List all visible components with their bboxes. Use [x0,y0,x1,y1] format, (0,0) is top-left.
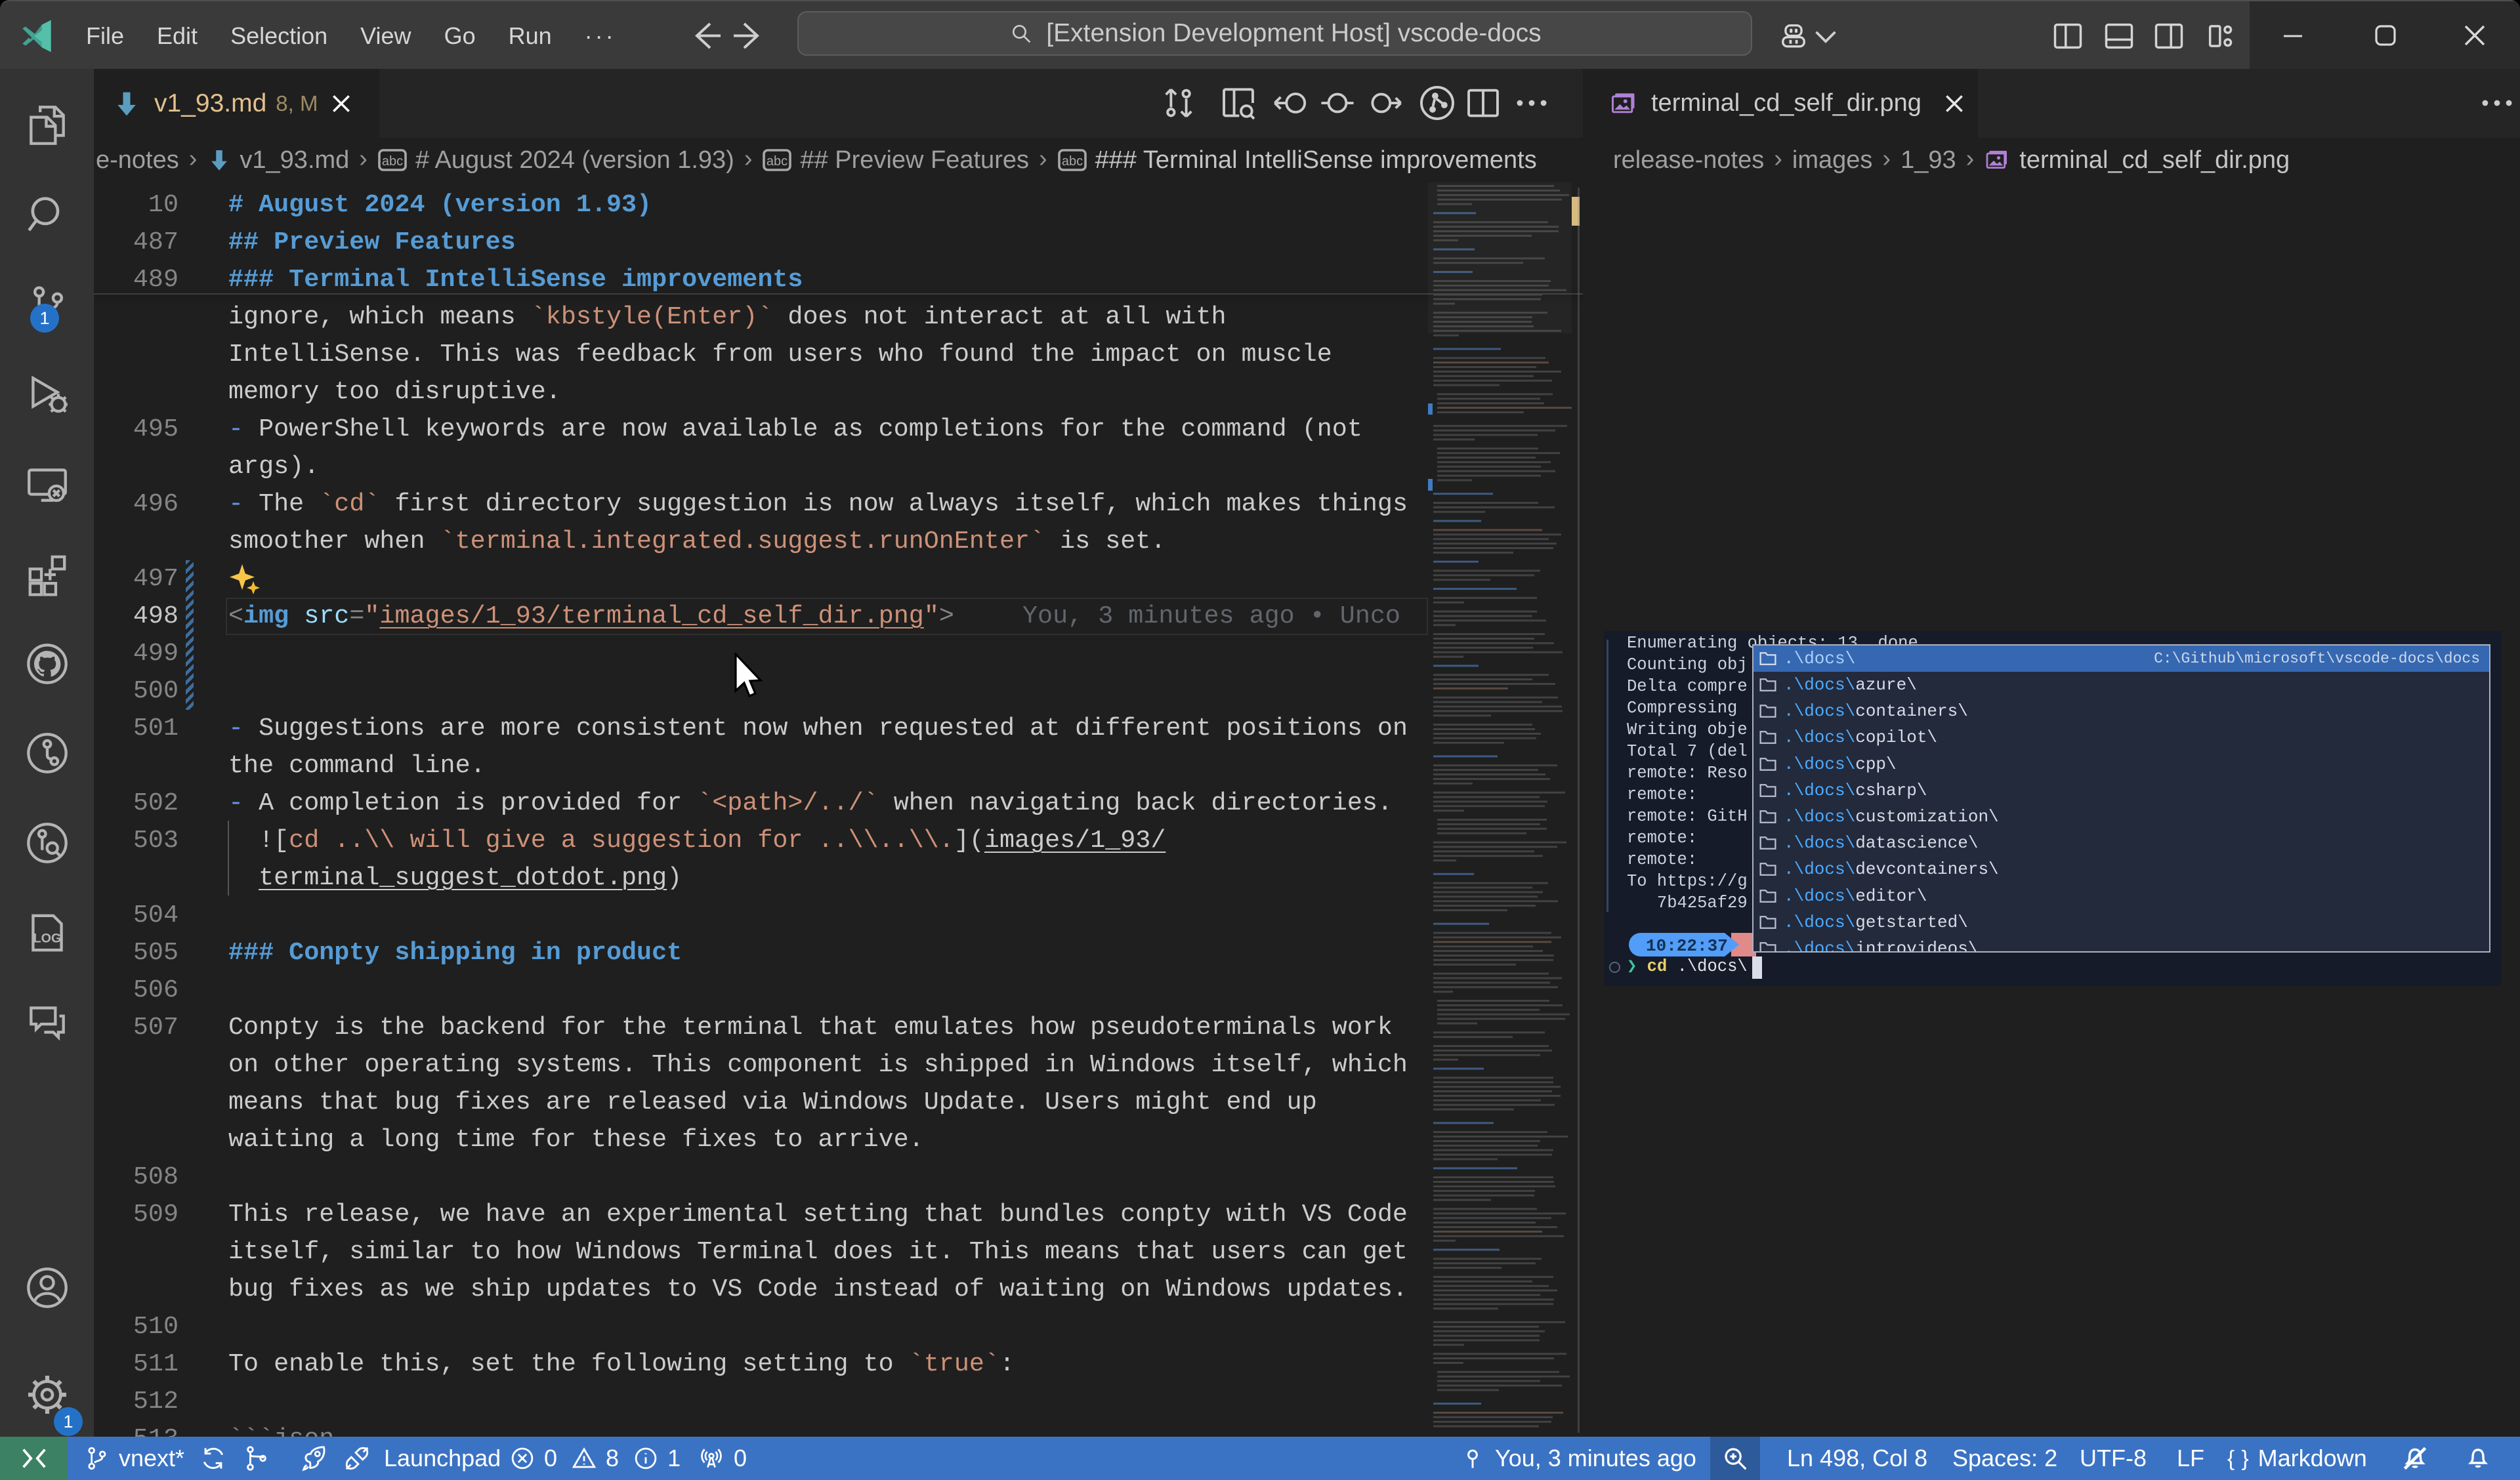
svg-text:abc: abc [1062,154,1083,169]
svg-text:LOG: LOG [33,931,61,945]
svg-text:abc: abc [766,154,788,169]
svg-text:abc: abc [382,154,403,169]
svg-text:10:22:37: 10:22:37 [1646,936,1728,956]
